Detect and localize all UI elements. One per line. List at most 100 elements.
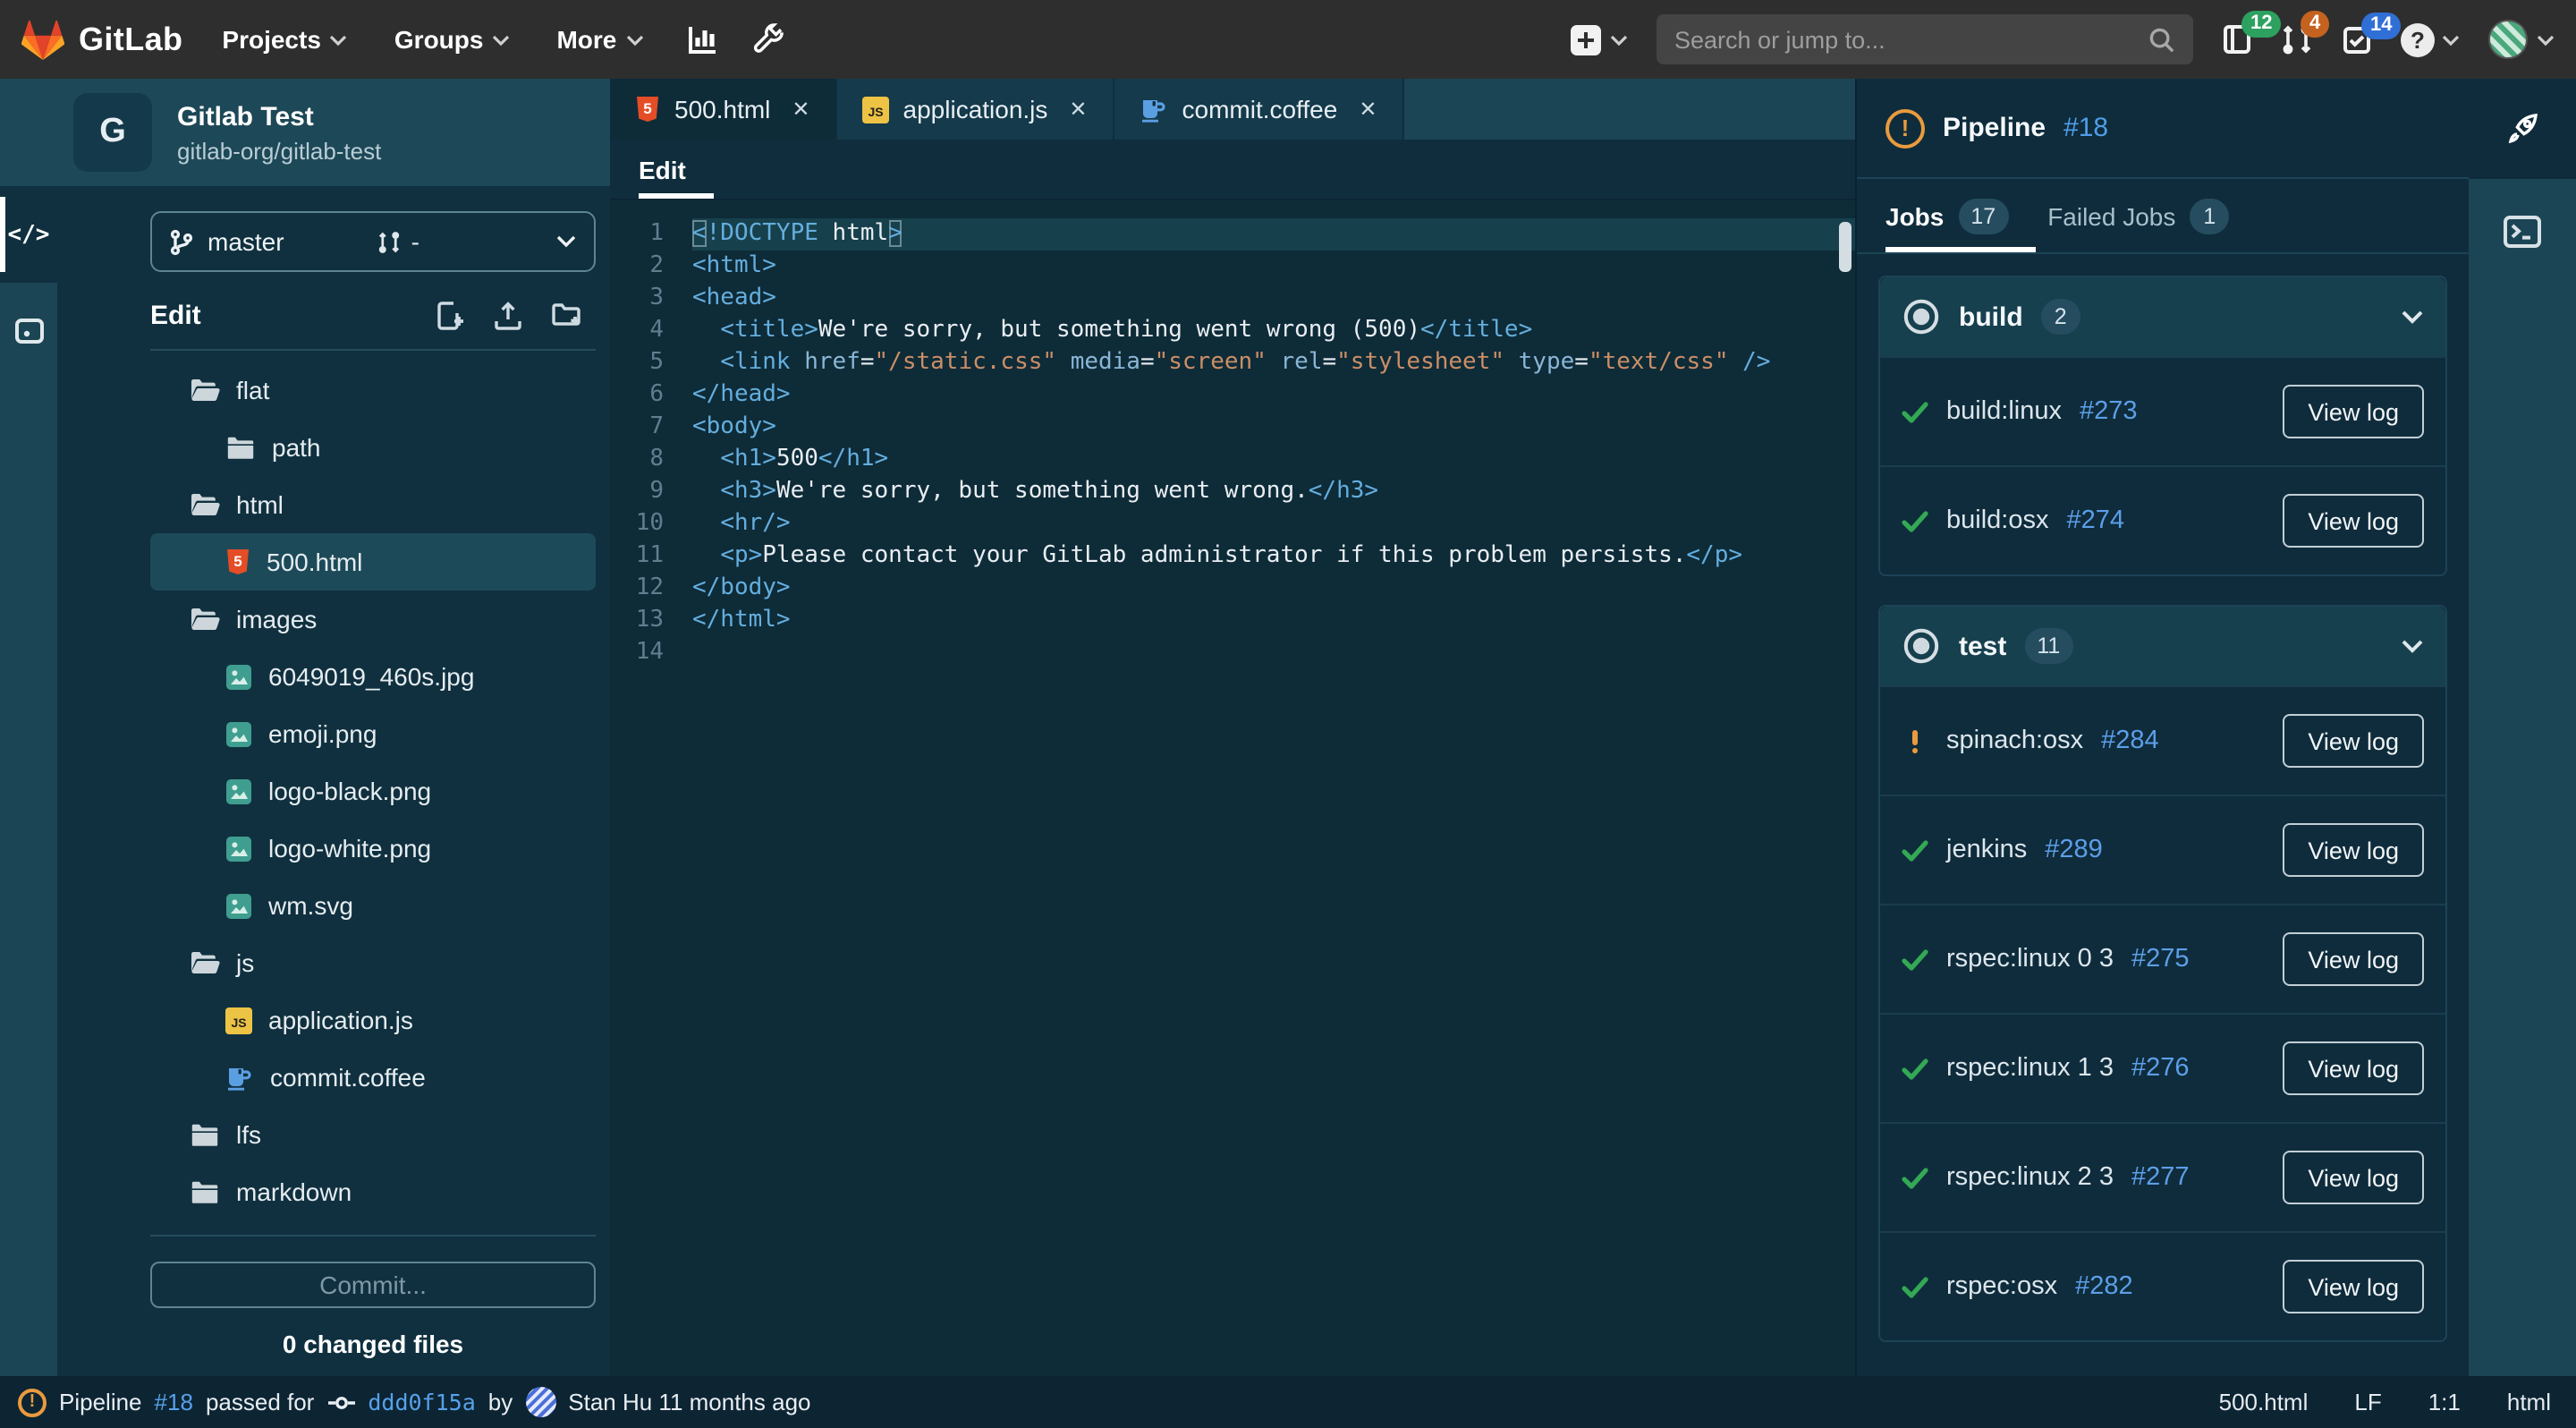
tree-item-label: images xyxy=(236,605,318,633)
nav-menu-projects[interactable]: Projects xyxy=(222,25,348,54)
tree-item-wm.svg[interactable]: wm.svg xyxy=(150,877,596,934)
nav-menu-groups[interactable]: Groups xyxy=(394,25,511,54)
tree-item-500.html[interactable]: 5 500.html xyxy=(150,533,596,591)
ide-right-rail xyxy=(2469,79,2576,1376)
statusbar-item[interactable]: 1:1 xyxy=(2428,1389,2461,1415)
file-tab-commit.coffee[interactable]: commit.coffee ✕ xyxy=(1114,79,1404,140)
admin-wrench-icon[interactable] xyxy=(750,22,784,56)
tree-item-path[interactable]: path xyxy=(150,419,596,476)
search-input[interactable] xyxy=(1674,26,2148,53)
commit-panel-icon xyxy=(13,317,44,345)
chevron-down-icon xyxy=(2401,638,2424,654)
tree-item-application.js[interactable]: JS application.js xyxy=(150,991,596,1049)
branch-selector[interactable]: master - xyxy=(150,211,596,272)
job-id-link[interactable]: #275 xyxy=(2131,945,2190,973)
file-tab-500.html[interactable]: 5 500.html ✕ xyxy=(610,79,837,140)
view-log-button[interactable]: View log xyxy=(2283,714,2424,768)
new-menu-button[interactable] xyxy=(1569,22,1628,56)
issues-button[interactable]: 12 xyxy=(2222,11,2282,55)
job-name: rspec:linux 2 3 xyxy=(1946,1163,2114,1192)
merge-requests-button[interactable]: 4 xyxy=(2281,11,2330,55)
nav-menu-more[interactable]: More xyxy=(556,25,643,54)
tree-item-logo-black.png[interactable]: logo-black.png xyxy=(150,762,596,820)
tab-jobs[interactable]: Jobs 17 xyxy=(1885,198,2009,234)
close-tab-icon[interactable]: ✕ xyxy=(1069,97,1087,122)
failed-jobs-count-badge: 1 xyxy=(2190,198,2230,234)
job-row-build:linux: build:linux #273 View log xyxy=(1880,356,2445,465)
view-log-button[interactable]: View log xyxy=(2283,385,2424,438)
analytics-chart-icon[interactable] xyxy=(686,23,718,55)
tab-failed-jobs[interactable]: Failed Jobs 1 xyxy=(2047,198,2230,234)
line-number: 4 xyxy=(649,317,664,344)
success-check-icon xyxy=(1902,1166,1928,1189)
editor-column: 5 500.html ✕ JS application.js ✕ commit.coffee… xyxy=(610,79,1857,1376)
view-log-button[interactable]: View log xyxy=(2283,932,2424,986)
tree-item-js[interactable]: js xyxy=(150,934,596,991)
job-id-link[interactable]: #274 xyxy=(2066,506,2124,535)
rail-pipelines-button[interactable] xyxy=(2469,79,2576,179)
code-editor[interactable]: 1 <!DOCTYPE html> 2 <html> 3 <head> 4 <title>W… xyxy=(610,200,1855,1376)
left-column: G Gitlab Test gitlab-org/gitlab-test </> xyxy=(0,79,610,1376)
job-id-link[interactable]: #289 xyxy=(2045,836,2103,864)
git-commit-icon xyxy=(326,1393,355,1411)
tree-item-logo-white.png[interactable]: logo-white.png xyxy=(150,820,596,877)
statusbar-commit-sha-link[interactable]: ddd0f15a xyxy=(368,1389,475,1415)
statusbar-item[interactable]: html xyxy=(2507,1389,2551,1415)
file-tab-application.js[interactable]: JS application.js ✕ xyxy=(836,79,1114,140)
nav-menu-label: Projects xyxy=(222,25,321,54)
job-group-header-build[interactable]: build 2 xyxy=(1880,277,2445,356)
statusbar-pipeline-word: Pipeline xyxy=(59,1389,142,1415)
commit-button[interactable]: Commit... xyxy=(150,1262,596,1308)
statusbar-item[interactable]: 500.html xyxy=(2219,1389,2309,1415)
global-search[interactable] xyxy=(1657,14,2193,64)
line-number: 8 xyxy=(649,446,664,472)
tree-item-emoji.png[interactable]: emoji.png xyxy=(150,705,596,762)
editor-scrollbar[interactable] xyxy=(1839,222,1852,272)
tree-item-images[interactable]: images xyxy=(150,591,596,648)
tree-item-commit.coffee[interactable]: commit.coffee xyxy=(150,1049,596,1106)
job-name: rspec:linux 0 3 xyxy=(1946,945,2114,973)
todos-button[interactable]: 14 xyxy=(2342,12,2402,55)
job-id-link[interactable]: #277 xyxy=(2131,1163,2190,1192)
view-log-button[interactable]: View log xyxy=(2283,494,2424,548)
pipeline-id-link[interactable]: #18 xyxy=(2063,113,2108,143)
rail-terminal-button[interactable] xyxy=(2503,215,2542,249)
job-id-link[interactable]: #282 xyxy=(2075,1272,2133,1301)
group-name: build xyxy=(1959,302,2023,332)
tree-item-html[interactable]: html xyxy=(150,476,596,533)
tree-item-6049019_460s.jpg[interactable]: 6049019_460s.jpg xyxy=(150,648,596,705)
git-branch-icon xyxy=(170,228,193,255)
user-menu[interactable] xyxy=(2488,20,2555,59)
rail-edit-mode-button[interactable]: </> xyxy=(0,186,57,283)
new-file-icon[interactable] xyxy=(436,301,465,331)
view-log-button[interactable]: View log xyxy=(2283,1041,2424,1095)
todo-count-badge: 14 xyxy=(2361,12,2402,38)
mr-count-badge: 4 xyxy=(2301,11,2330,38)
statusbar-pipeline-link[interactable]: #18 xyxy=(155,1389,193,1415)
gitlab-logo-home-link[interactable]: GitLab xyxy=(21,19,182,60)
help-menu[interactable]: ? xyxy=(2401,22,2460,56)
job-id-link[interactable]: #273 xyxy=(2080,397,2138,426)
tree-item-label: lfs xyxy=(236,1120,261,1149)
close-tab-icon[interactable]: ✕ xyxy=(1359,97,1377,122)
code-content: <title>We're sorry, but something went w… xyxy=(720,317,1533,344)
tree-item-flat[interactable]: flat xyxy=(150,361,596,419)
view-log-button[interactable]: View log xyxy=(2283,823,2424,877)
tab-edit[interactable]: Edit xyxy=(639,156,686,184)
project-header[interactable]: G Gitlab Test gitlab-org/gitlab-test xyxy=(0,79,610,186)
job-id-link[interactable]: #284 xyxy=(2101,727,2159,755)
close-tab-icon[interactable]: ✕ xyxy=(792,97,809,122)
html5-file-icon: 5 xyxy=(635,95,660,123)
statusbar-item[interactable]: LF xyxy=(2354,1389,2381,1415)
view-log-button[interactable]: View log xyxy=(2283,1151,2424,1204)
job-group-header-test[interactable]: test 11 xyxy=(1880,607,2445,685)
job-id-link[interactable]: #276 xyxy=(2131,1054,2190,1083)
pipeline-warning-icon: ! xyxy=(1885,108,1925,148)
view-log-button[interactable]: View log xyxy=(2283,1260,2424,1313)
upload-file-icon[interactable] xyxy=(494,301,522,331)
rail-commit-mode-button[interactable] xyxy=(0,283,57,379)
new-folder-icon[interactable] xyxy=(551,301,581,331)
tree-item-markdown[interactable]: markdown xyxy=(150,1163,596,1220)
job-name: rspec:linux 1 3 xyxy=(1946,1054,2114,1083)
tree-item-lfs[interactable]: lfs xyxy=(150,1106,596,1163)
